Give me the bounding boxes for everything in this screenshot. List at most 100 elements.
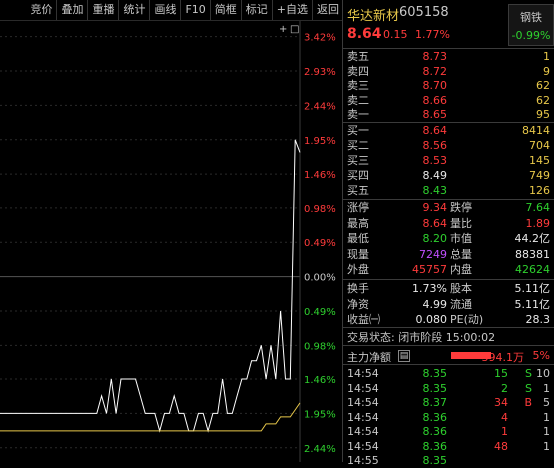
stat-label: 净资	[347, 297, 369, 311]
tick-count: 1	[543, 439, 550, 453]
y-axis-label: 3.42%	[304, 33, 336, 44]
window-icon: □	[290, 24, 299, 35]
tick-time: 14:54	[347, 439, 379, 453]
stat-label: PE(动)	[450, 313, 484, 326]
book-row: 涨停 9.34 跌停 7.64	[343, 201, 554, 215]
stat-value: 5.11亿	[514, 282, 551, 295]
y-axis-label: 1.95%	[304, 136, 336, 147]
ask-label: 卖一	[347, 108, 369, 121]
stat-label: 外盘	[347, 263, 369, 276]
chart-toolbar: 竞价 叠加 重播 统计 画线 F10 简框 标记 +自选 返回	[0, 0, 343, 21]
ask-label: 卖三	[347, 79, 369, 92]
toolbar-btn-8[interactable]: +自选	[271, 0, 312, 20]
stat-label: 总量	[450, 247, 472, 261]
main-flow-row[interactable]: 主力净额 ▤ 394.1万 5%	[343, 347, 554, 364]
ask-volume: 1	[543, 50, 550, 63]
toolbar-btn-9[interactable]: 返回	[312, 0, 343, 20]
stat-value: 5.11亿	[514, 297, 551, 311]
stat-value: 42624	[515, 263, 550, 276]
toolbar-btn-2[interactable]: 重播	[87, 0, 118, 20]
stat-label: 市值	[450, 232, 472, 245]
book-row: 净资 4.99 流通 5.11亿	[343, 298, 554, 312]
tick-row: 14:54 8.35 15 S 10	[343, 366, 554, 381]
tick-price: 8.36	[422, 425, 448, 438]
chart-canvas[interactable]: 3.42% 2.93% 2.44% 1.95% 1.46% 0.98% 0.49% 0.00%…	[0, 21, 343, 462]
y-axis-label: 0.49%	[304, 238, 336, 249]
book-row: 卖一 8.65 95	[343, 108, 554, 122]
stat-label: 股本	[450, 282, 472, 295]
book-row: 最高 8.64 量比 1.89	[343, 217, 554, 231]
industry-name: 钢铁	[520, 11, 542, 24]
industry-badge[interactable]: 钢铁 -0.99%	[508, 4, 554, 46]
divider	[343, 345, 554, 346]
quote-panel: 华达新材 605158 8.64 0.15 1.77% 钢铁 -0.99% 卖五…	[343, 0, 554, 467]
tick-direction: S	[525, 367, 532, 380]
price-line	[0, 139, 301, 433]
ask-volume: 95	[536, 108, 550, 121]
current-price: 8.64	[347, 26, 382, 42]
toolbar-btn-5[interactable]: F10	[180, 0, 209, 20]
ask-volume: 62	[536, 79, 550, 92]
tick-time: 14:54	[347, 367, 379, 380]
y-axis-label: 2.93%	[304, 67, 336, 78]
bid-volume: 704	[529, 139, 550, 152]
tick-volume: 48	[494, 439, 508, 453]
ask-price: 8.70	[422, 79, 448, 92]
book-row: 买四 8.49 749	[343, 169, 554, 183]
divider	[343, 199, 554, 200]
tick-price: 8.36	[422, 439, 448, 453]
toolbar-btn-0[interactable]: 竞价	[26, 0, 56, 20]
bid-label: 买五	[347, 184, 369, 197]
toolbar-btn-6[interactable]: 简框	[209, 0, 241, 20]
book-row: 卖四 8.72 9	[343, 65, 554, 79]
ask-volume: 62	[536, 93, 550, 107]
toolbar-btn-1[interactable]: 叠加	[56, 0, 87, 20]
avg-line	[0, 402, 301, 432]
stat-value: 4.99	[422, 297, 448, 311]
stat-value: 7249	[419, 247, 447, 261]
tick-volume: 1	[501, 425, 508, 438]
stat-label: 现量	[347, 247, 369, 261]
stat-label: 内盘	[450, 263, 472, 276]
divider	[343, 279, 554, 280]
tick-row: 14:54 8.37 34 B 5	[343, 395, 554, 410]
stat-value: 1.73%	[412, 282, 447, 295]
tick-row: 14:54 8.36 48 1	[343, 439, 554, 454]
price-change-pct: 1.77%	[415, 28, 450, 41]
bid-price: 8.53	[422, 154, 448, 167]
ask-volume: 9	[543, 64, 550, 78]
bid-label: 买一	[347, 124, 369, 137]
tick-count: 10	[536, 367, 550, 380]
tick-time: 14:54	[347, 381, 379, 395]
tick-direction: B	[524, 396, 532, 409]
toolbar-btn-3[interactable]: 统计	[118, 0, 149, 20]
tick-row: 14:54 8.35 2 S 1	[343, 381, 554, 396]
y-axis-label: 0.49%	[304, 307, 336, 318]
tick-row: 14:54 8.36 1 1	[343, 424, 554, 439]
stat-value: 7.64	[525, 201, 551, 214]
stat-value: 88381	[515, 247, 550, 261]
bid-volume: 8414	[522, 124, 550, 137]
stat-value: 8.20	[422, 232, 448, 245]
divider	[343, 364, 554, 365]
stat-value: 44.2亿	[514, 232, 551, 245]
ask-label: 卖四	[347, 64, 369, 78]
bar-chart-icon[interactable]: ▤	[398, 350, 410, 362]
stat-value: 8.64	[422, 216, 448, 230]
book-row: 收益㈠ 0.080 PE(动) 28.3	[343, 313, 554, 327]
toolbar-btn-7[interactable]: 标记	[240, 0, 272, 20]
tick-direction: S	[525, 381, 532, 395]
tick-price: 8.36	[422, 410, 448, 424]
industry-change: -0.99%	[511, 29, 551, 42]
tick-count: 5	[543, 396, 550, 409]
tick-price: 8.35	[422, 367, 448, 380]
zoom-icon: +	[279, 24, 287, 35]
intraday-chart[interactable]: 3.42% 2.93% 2.44% 1.95% 1.46% 0.98% 0.49% 0.00%…	[0, 21, 343, 462]
tick-time: 14:55	[347, 454, 379, 467]
bid-volume: 145	[529, 154, 550, 167]
stat-label: 跌停	[450, 201, 472, 214]
toolbar-btn-4[interactable]: 画线	[149, 0, 180, 20]
bid-label: 买三	[347, 154, 369, 167]
main-flow-label: 主力净额	[347, 351, 391, 364]
stock-name[interactable]: 华达新材	[347, 5, 399, 24]
